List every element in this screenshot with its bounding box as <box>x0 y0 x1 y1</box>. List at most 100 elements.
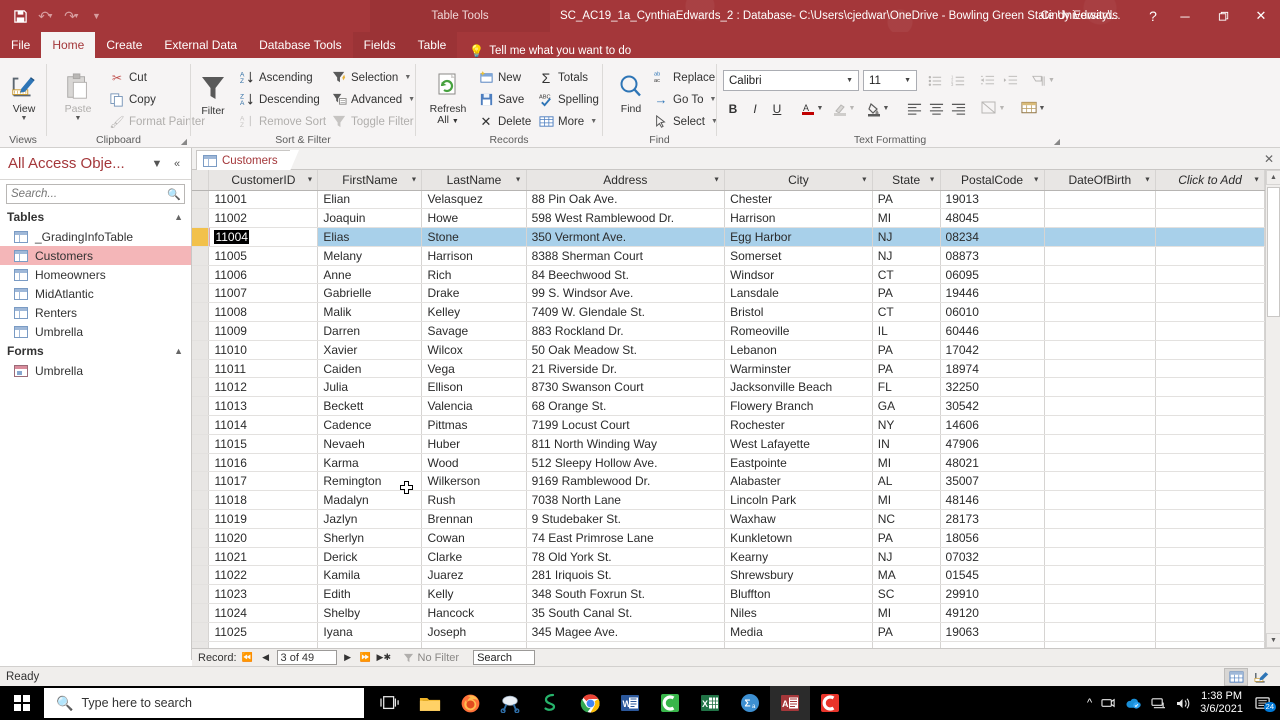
column-header-address[interactable]: Address ▼ <box>526 170 726 191</box>
table-cell[interactable]: Derick <box>317 547 423 567</box>
table-cell[interactable] <box>1155 453 1266 473</box>
table-cell[interactable]: 11015 <box>208 434 319 454</box>
table-cell[interactable]: 18974 <box>940 359 1045 379</box>
chevron-down-icon[interactable]: ▼ <box>713 176 720 183</box>
redo-icon[interactable]: ↷ ▼ <box>60 4 84 28</box>
snipping-tool-icon[interactable] <box>490 686 530 720</box>
table-cell[interactable]: PA <box>872 528 941 548</box>
table-cell[interactable] <box>1155 603 1266 623</box>
row-selector[interactable] <box>192 509 210 529</box>
table-cell[interactable]: Rush <box>421 490 527 511</box>
nav-item-midatlantic[interactable]: MidAtlantic <box>0 284 191 303</box>
row-selector[interactable] <box>192 603 210 623</box>
table-cell[interactable]: 348 South Foxrun St. <box>526 584 726 605</box>
row-selector[interactable]: ✱ <box>192 641 210 648</box>
table-row[interactable]: 11016 Karma Wood 512 Sleepy Hollow Ave. East… <box>192 453 1266 473</box>
table-row[interactable]: 11022 Kamila Juarez 281 Iriquois St. Shrewsb… <box>192 565 1266 586</box>
table-cell[interactable]: 11013 <box>208 396 319 417</box>
row-selector[interactable] <box>192 227 210 247</box>
table-cell[interactable] <box>1044 246 1156 266</box>
table-cell[interactable]: 7409 W. Glendale St. <box>526 302 726 323</box>
table-cell[interactable]: Malik <box>317 302 423 323</box>
table-row[interactable]: 11011 Caiden Vega 21 Riverside Dr. Warminste… <box>192 359 1266 379</box>
table-cell[interactable] <box>1044 302 1156 323</box>
table-row[interactable]: 11018 Madalyn Rush 7038 North Lane Lincoln P… <box>192 490 1266 511</box>
row-selector[interactable] <box>192 584 210 605</box>
navigation-dropdown-icon[interactable]: ▼ <box>147 158 167 170</box>
gridlines-caret[interactable]: ▼ <box>1037 98 1047 119</box>
table-cell[interactable]: Kearny <box>724 547 873 567</box>
bluetooth-icon[interactable] <box>1101 696 1116 710</box>
table-cell[interactable]: Melany <box>317 246 423 266</box>
table-cell[interactable]: Media <box>724 622 873 642</box>
chevron-down-icon[interactable]: ▼ <box>306 176 313 183</box>
table-cell[interactable]: Xavier <box>317 340 423 360</box>
shutter-bar-collapse-icon[interactable]: « <box>167 158 187 170</box>
table-cell[interactable]: Romeoville <box>724 321 873 341</box>
table-cell[interactable] <box>421 641 527 648</box>
table-cell[interactable]: SC <box>872 584 941 605</box>
background-color-caret[interactable]: ▼ <box>881 98 891 119</box>
access-icon[interactable]: A <box>770 686 810 720</box>
table-cell[interactable]: 49120 <box>940 603 1045 623</box>
table-cell[interactable] <box>1155 509 1266 529</box>
datasheet-view-button[interactable] <box>1224 668 1248 686</box>
table-row[interactable]: 11008 Malik Kelley 7409 W. Glendale St. Bris… <box>192 302 1266 323</box>
table-cell[interactable] <box>1155 471 1266 492</box>
table-cell[interactable]: Cadence <box>317 415 423 435</box>
table-cell[interactable]: IN <box>872 434 941 454</box>
table-cell[interactable]: 60446 <box>940 321 1045 341</box>
table-cell[interactable]: Karma <box>317 453 423 473</box>
table-cell[interactable] <box>1044 283 1156 304</box>
table-cell[interactable]: FL <box>872 377 941 398</box>
table-cell[interactable]: Iyana <box>317 622 423 642</box>
copy-button[interactable]: Copy <box>109 89 156 110</box>
table-cell[interactable] <box>1155 283 1266 304</box>
cell-edit-box[interactable]: 11004 <box>209 227 317 246</box>
italic-button[interactable]: I <box>744 98 766 119</box>
bold-button[interactable]: B <box>722 98 744 119</box>
chrome-icon[interactable] <box>570 686 610 720</box>
table-cell[interactable]: Jazlyn <box>317 509 423 529</box>
table-cell[interactable]: PA <box>872 622 941 642</box>
table-cell[interactable]: 11005 <box>208 246 319 266</box>
table-row[interactable]: 11006 Anne Rich 84 Beechwood St. Windsor CT 06… <box>192 265 1266 285</box>
navigation-search[interactable]: 🔍 <box>6 184 185 204</box>
search-icon[interactable]: 🔍 <box>167 188 181 201</box>
tab-create[interactable]: Create <box>95 32 153 58</box>
table-cell[interactable]: 35 South Canal St. <box>526 603 726 623</box>
table-cell[interactable]: 08873 <box>940 246 1045 266</box>
table-cell[interactable]: Niles <box>724 603 873 623</box>
table-cell[interactable] <box>317 641 423 648</box>
chevron-down-icon[interactable]: ▼ <box>1144 176 1151 183</box>
table-cell[interactable]: 30542 <box>940 396 1045 417</box>
table-row[interactable]: 11009 Darren Savage 883 Rockland Dr. Romeovi… <box>192 321 1266 341</box>
datasheet-format-caret[interactable]: ▼ <box>997 98 1007 119</box>
table-cell[interactable]: Ellison <box>421 377 527 398</box>
table-cell[interactable]: Elias <box>317 227 423 247</box>
table-cell[interactable] <box>1044 227 1156 247</box>
table-cell[interactable]: MI <box>872 490 941 511</box>
task-view-icon[interactable] <box>370 686 410 720</box>
column-header-postalcode[interactable]: PostalCode ▼ <box>940 170 1045 191</box>
new-record-button[interactable]: ▶✱ <box>377 652 391 663</box>
sort-ascending-button[interactable]: AZ Ascending <box>239 67 313 88</box>
table-cell[interactable]: Pittmas <box>421 415 527 435</box>
taskbar-search[interactable]: 🔍 Type here to search <box>44 688 364 718</box>
table-cell[interactable]: Joseph <box>421 622 527 642</box>
table-cell[interactable] <box>526 641 726 648</box>
chevron-down-icon[interactable]: ▼ <box>1253 176 1260 183</box>
table-cell[interactable]: Stone <box>421 227 527 247</box>
table-cell[interactable]: 47906 <box>940 434 1045 454</box>
nav-item-customers[interactable]: Customers <box>0 246 191 265</box>
table-cell[interactable]: 11006 <box>208 265 319 285</box>
table-cell[interactable]: Rich <box>421 265 527 285</box>
table-cell[interactable]: NJ <box>872 547 941 567</box>
column-header-click-to-add[interactable]: Click to Add ▼ <box>1155 170 1266 191</box>
table-cell[interactable]: GA <box>872 396 941 417</box>
font-name-caret[interactable]: ▼ <box>846 77 853 84</box>
row-selector[interactable] <box>192 208 210 229</box>
table-cell[interactable] <box>1044 490 1156 511</box>
more-caret[interactable]: ▼ <box>590 118 597 125</box>
table-cell[interactable]: 19446 <box>940 283 1045 304</box>
